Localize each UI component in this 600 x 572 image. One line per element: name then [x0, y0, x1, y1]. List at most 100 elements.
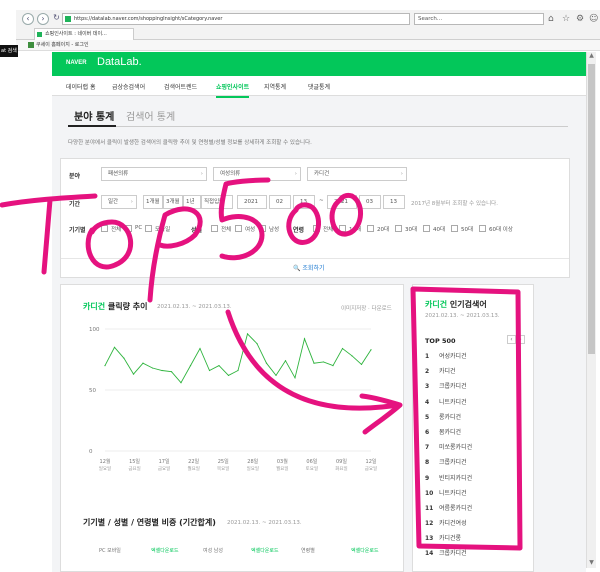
gender-male-checkbox[interactable]	[259, 225, 266, 232]
category2-select[interactable]: 여성의류 ›	[213, 167, 301, 181]
data-point[interactable]	[303, 338, 306, 340]
age-50s-checkbox[interactable]	[451, 225, 458, 232]
age-30s-checkbox[interactable]	[395, 225, 402, 232]
refresh-icon[interactable]: ↻	[52, 13, 61, 25]
settings-icon[interactable]: ⚙	[576, 13, 584, 25]
device-mobile-checkbox[interactable]	[145, 225, 152, 232]
ranking-item[interactable]: 7 미쏘롱카디건	[425, 442, 472, 457]
data-point[interactable]	[142, 362, 144, 364]
category3-select[interactable]: 카디건 ›	[307, 167, 407, 181]
menu-item-region[interactable]: 지역통계	[264, 82, 286, 91]
menu-item-rising[interactable]: 급상승검색어	[112, 82, 145, 91]
ranking-item[interactable]: 10 니트카디건	[425, 488, 472, 503]
end-month-select[interactable]: 03	[359, 195, 381, 209]
end-day-select[interactable]: 13	[383, 195, 405, 209]
user-icon[interactable]: ☺	[589, 13, 598, 25]
page-scrollbar[interactable]: ▲ ▼	[586, 52, 596, 568]
device-pc-checkbox[interactable]	[125, 225, 132, 232]
ranking-item[interactable]: 11 여름롱카디건	[425, 503, 472, 518]
data-point[interactable]	[332, 365, 334, 367]
data-point[interactable]	[132, 373, 135, 375]
ranking-item[interactable]: 13 카디건롱	[425, 533, 472, 548]
data-point[interactable]	[161, 369, 163, 372]
age-10s-checkbox[interactable]	[339, 225, 346, 232]
address-bar[interactable]: https://datalab.naver.com/shoppingInsigh…	[62, 13, 410, 25]
age-excel-button[interactable]: 엑셀다운로드	[351, 547, 379, 554]
data-point[interactable]	[151, 367, 154, 369]
tab-keyword-stats[interactable]: 검색어 통계	[126, 108, 175, 123]
preset-3month[interactable]: 3개월	[163, 195, 183, 209]
scroll-thumb[interactable]	[588, 64, 595, 354]
data-point[interactable]	[351, 355, 353, 357]
start-month-select[interactable]: 02	[269, 195, 291, 209]
category1-select[interactable]: 패션의류 ›	[101, 167, 207, 181]
ranking-item[interactable]: 12 카디건여성	[425, 518, 472, 533]
ranking-item[interactable]: 4 니트카디건	[425, 397, 472, 412]
data-point[interactable]	[170, 371, 173, 373]
data-point[interactable]	[113, 346, 116, 348]
bookmark-item[interactable]: 쿠세이 홈페이지 - 로그인	[36, 42, 89, 48]
period-unit-select[interactable]: 일간 ›	[101, 195, 137, 209]
data-point[interactable]	[360, 363, 363, 365]
browser-tab[interactable]: 쇼핑인사이트 : 네이버 데이...	[34, 28, 134, 40]
device-excel-button[interactable]: 엑셀다운로드	[151, 547, 179, 554]
browser-search-input[interactable]: Search...	[414, 13, 544, 25]
device-all-checkbox[interactable]	[101, 225, 108, 232]
ranking-item[interactable]: 5 롱카디건	[425, 412, 472, 427]
datalab-logo[interactable]: DataLab.	[97, 56, 142, 68]
preset-1year[interactable]: 1년	[183, 195, 201, 209]
age-20s-checkbox[interactable]	[367, 225, 374, 232]
data-point[interactable]	[208, 369, 211, 372]
home-icon[interactable]: ⌂	[548, 13, 554, 25]
ranking-item[interactable]: 6 봄카디건	[425, 427, 472, 442]
preset-custom[interactable]: 직접입력	[201, 195, 233, 209]
menu-item-comments[interactable]: 댓글통계	[308, 82, 330, 91]
start-day-select[interactable]: 13	[293, 195, 315, 209]
gender-all-checkbox[interactable]	[211, 225, 218, 232]
menu-item-trend[interactable]: 검색어트렌드	[164, 82, 197, 91]
data-point[interactable]	[294, 377, 296, 379]
menu-item-shopping-insight[interactable]: 쇼핑인사이트	[216, 82, 250, 98]
favorites-icon[interactable]: ☆	[562, 13, 570, 25]
data-point[interactable]	[256, 343, 258, 345]
back-icon[interactable]: ‹	[22, 13, 34, 25]
data-point[interactable]	[322, 361, 325, 363]
ranking-item[interactable]: 1 여성카디건	[425, 351, 472, 366]
tab-category-stats[interactable]: 분야 통계	[74, 108, 114, 123]
data-point[interactable]	[275, 374, 277, 376]
data-point[interactable]	[227, 374, 230, 376]
data-point[interactable]	[341, 347, 344, 350]
data-point[interactable]	[104, 365, 106, 367]
forward-icon[interactable]: ›	[37, 13, 49, 25]
scroll-down-icon[interactable]: ▼	[587, 559, 596, 568]
prev-page-icon[interactable]: ‹	[507, 335, 516, 344]
search-button[interactable]: 🔍 조회하기	[293, 263, 325, 272]
gender-excel-button[interactable]: 엑셀다운로드	[251, 547, 279, 554]
next-page-icon[interactable]: ›	[516, 335, 525, 344]
ranking-item[interactable]: 8 크롭카디건	[425, 457, 472, 472]
data-point[interactable]	[246, 333, 249, 335]
preset-1month[interactable]: 1개월	[143, 195, 163, 209]
data-point[interactable]	[199, 347, 201, 350]
scroll-up-icon[interactable]: ▲	[587, 52, 596, 61]
ranking-item[interactable]: 2 카디건	[425, 366, 472, 381]
ranking-item[interactable]: 9 빈티지카디건	[425, 473, 472, 488]
age-60s-checkbox[interactable]	[479, 225, 486, 232]
data-point[interactable]	[284, 360, 287, 362]
data-point[interactable]	[189, 365, 192, 367]
ranking-item[interactable]: 14 크롭카디건	[425, 548, 472, 563]
gender-female-checkbox[interactable]	[235, 225, 242, 232]
data-point[interactable]	[123, 357, 125, 359]
ranking-item[interactable]: 3 크롭카디건	[425, 381, 472, 396]
data-point[interactable]	[237, 369, 239, 372]
age-40s-checkbox[interactable]	[423, 225, 430, 232]
data-point[interactable]	[265, 362, 268, 364]
data-point[interactable]	[370, 349, 372, 351]
age-all-checkbox[interactable]	[313, 225, 320, 232]
data-point[interactable]	[218, 365, 220, 367]
data-point[interactable]	[180, 382, 182, 384]
start-year-select[interactable]: 2021	[237, 195, 267, 209]
menu-item-home[interactable]: 데이터랩 홈	[66, 82, 96, 91]
trend-actions[interactable]: 이미지저장 · 다운로드	[341, 304, 392, 312]
data-point[interactable]	[313, 362, 315, 364]
